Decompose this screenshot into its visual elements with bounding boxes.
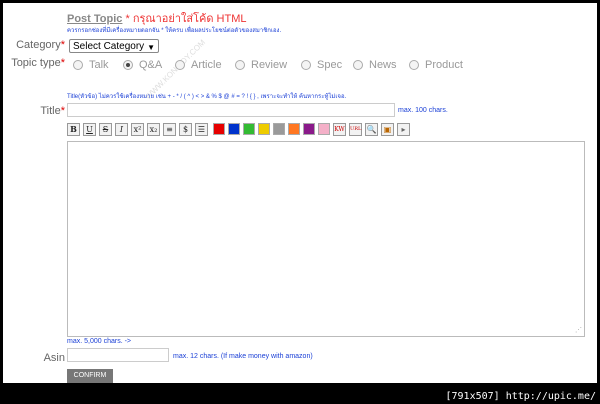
- category-label: Category*: [16, 39, 65, 51]
- editor-toolbar: B U S I x² x₂ ≡ $ ☰ KW URL 🔍 ▣ ▸: [67, 121, 410, 137]
- resize-grip-icon[interactable]: ⋰: [575, 326, 582, 334]
- radio-button-icon: [175, 60, 185, 70]
- color-swatch-green[interactable]: [243, 123, 255, 135]
- html-warning: * กรุณาอย่าใส่โค้ด HTML: [122, 13, 247, 25]
- play-icon[interactable]: ▸: [397, 122, 410, 136]
- font-size-icon[interactable]: $: [179, 122, 192, 136]
- confirm-button[interactable]: CONFIRM: [67, 369, 113, 383]
- radio-button-icon: [353, 60, 363, 70]
- radio-button-icon: [409, 60, 419, 70]
- title-note: Title(หัวข้อ) ไม่ควรใช้เครื่องหมาย เช่น …: [67, 94, 347, 100]
- bold-button[interactable]: B: [67, 122, 80, 136]
- post-topic-form: WWW.KONINDY.COM WWW.KONINDY.COM WWW.KONI…: [3, 3, 597, 383]
- radio-button-icon: [235, 60, 245, 70]
- required-note: ควรกรอกช่องที่มีเครื่องหมายดอกจัน * ให้ค…: [67, 28, 282, 34]
- topic-type-label: Topic type*: [11, 57, 65, 69]
- radio-talk[interactable]: Talk: [73, 59, 109, 71]
- image-icon[interactable]: ▣: [381, 122, 394, 136]
- radio-button-icon: [301, 60, 311, 70]
- image-host-caption: [791x507] http://upic.me/: [445, 391, 596, 402]
- category-select[interactable]: Select Category ▼: [69, 39, 159, 53]
- url-link-icon[interactable]: URL: [349, 122, 362, 136]
- color-swatch-yellow[interactable]: [258, 123, 270, 135]
- radio-review[interactable]: Review: [235, 59, 287, 71]
- superscript-button[interactable]: x²: [131, 122, 144, 136]
- color-swatch-gray[interactable]: [273, 123, 285, 135]
- strike-button[interactable]: S: [99, 122, 112, 136]
- color-swatch-blue[interactable]: [228, 123, 240, 135]
- keyword-link-icon[interactable]: KW: [333, 122, 346, 136]
- radio-button-icon: [73, 60, 83, 70]
- align-icon[interactable]: ≡: [163, 122, 176, 136]
- radio-qa[interactable]: Q&A: [123, 59, 162, 71]
- list-icon[interactable]: ☰: [195, 122, 208, 136]
- post-topic-link[interactable]: Post Topic: [67, 13, 122, 25]
- search-icon[interactable]: 🔍: [365, 122, 378, 136]
- title-label: Title*: [40, 105, 65, 117]
- screenshot-frame: WWW.KONINDY.COM WWW.KONINDY.COM WWW.KONI…: [0, 0, 600, 404]
- radio-product[interactable]: Product: [409, 59, 463, 71]
- radio-news[interactable]: News: [353, 59, 397, 71]
- italic-button[interactable]: I: [115, 122, 128, 136]
- radio-button-icon: [123, 60, 133, 70]
- asin-max-hint: max. 12 chars. (If make money with amazo…: [173, 353, 313, 360]
- chevron-down-icon: ▼: [147, 43, 155, 52]
- asin-input[interactable]: [67, 348, 169, 362]
- body-textarea[interactable]: ⋰: [67, 141, 585, 337]
- asin-label: Asin: [43, 352, 65, 364]
- color-swatch-red[interactable]: [213, 123, 225, 135]
- radio-article[interactable]: Article: [175, 59, 222, 71]
- title-max-hint: max. 100 chars.: [398, 107, 448, 114]
- color-swatch-pink[interactable]: [318, 123, 330, 135]
- body-max-hint: max. 5,000 chars. ->: [67, 338, 132, 345]
- radio-spec[interactable]: Spec: [301, 59, 342, 71]
- underline-button[interactable]: U: [83, 122, 96, 136]
- title-input[interactable]: [67, 103, 395, 117]
- color-swatch-purple[interactable]: [303, 123, 315, 135]
- color-swatch-orange[interactable]: [288, 123, 300, 135]
- subscript-button[interactable]: x₂: [147, 122, 160, 136]
